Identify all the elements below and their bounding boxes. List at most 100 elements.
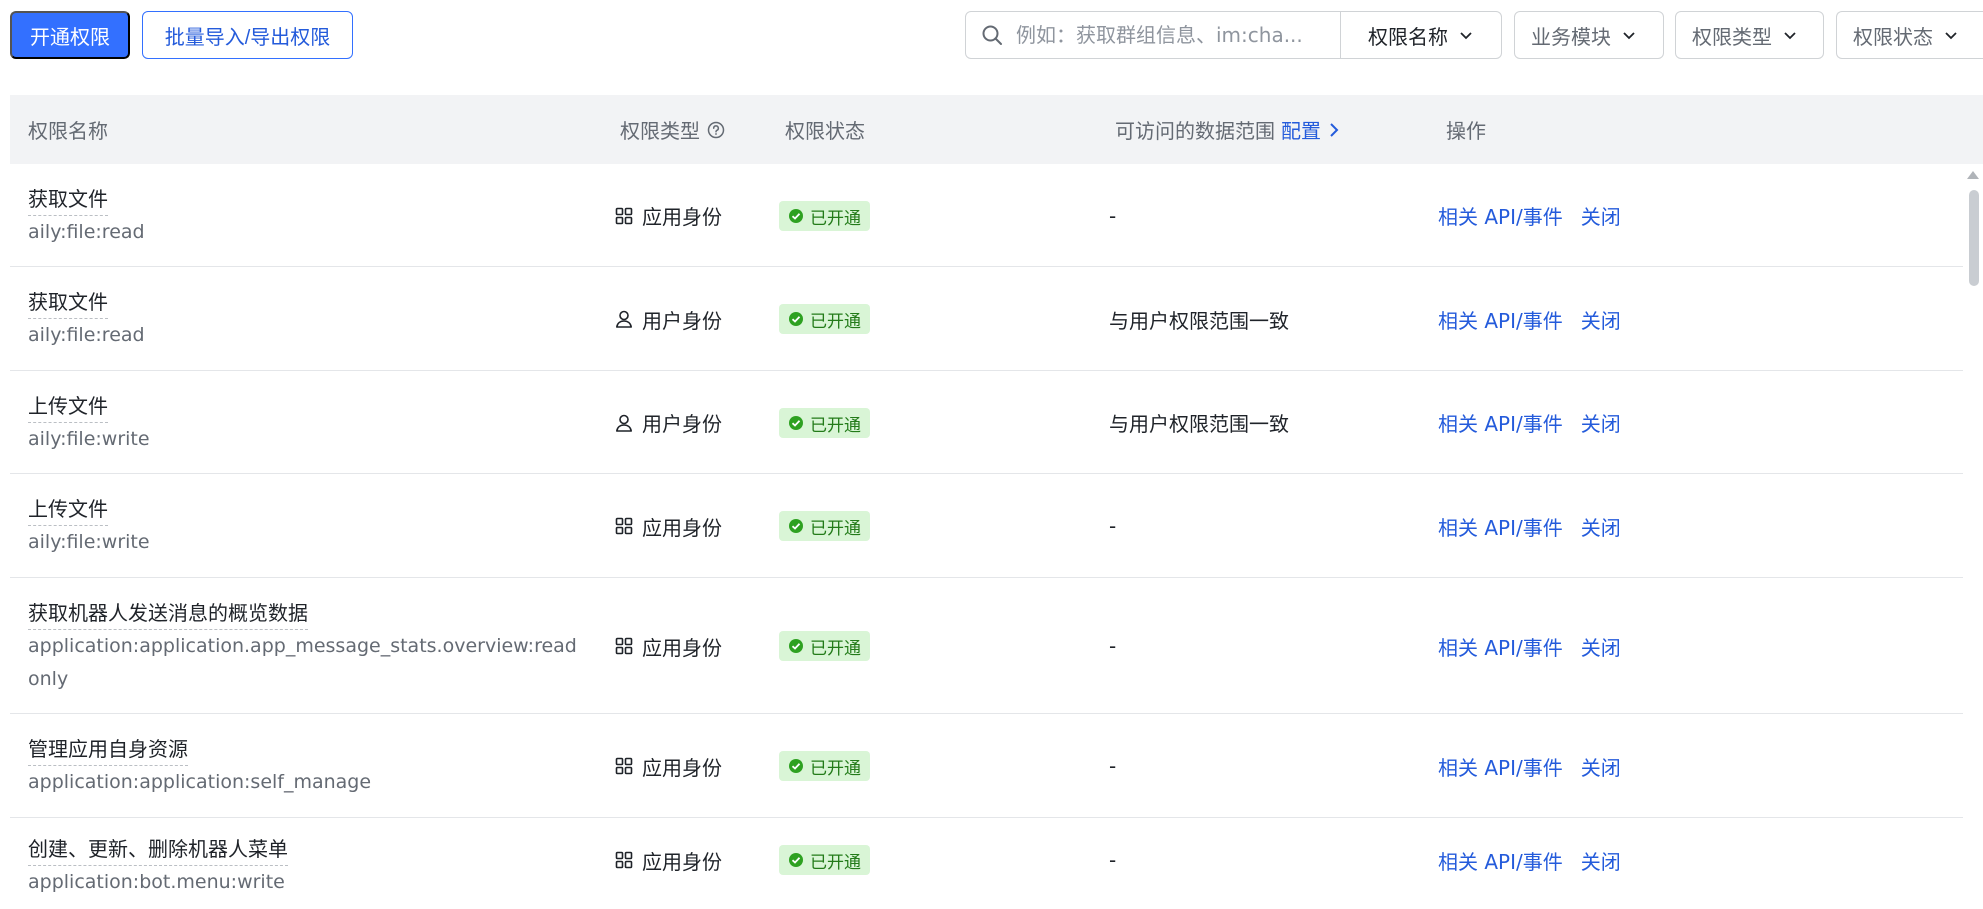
permission-name-cell: 管理应用自身资源 application:application:self_ma… [28, 714, 588, 818]
status-badge: 已开通 [779, 631, 870, 661]
related-api-link[interactable]: 相关 API/事件 [1438, 408, 1563, 437]
operations: 相关 API/事件 关闭 [1438, 474, 1621, 578]
operations: 相关 API/事件 关闭 [1438, 578, 1621, 714]
filter-type[interactable]: 权限类型 [1675, 11, 1824, 59]
permission-type-label: 应用身份 [642, 635, 722, 660]
search-input[interactable] [1016, 15, 1336, 55]
permission-type-label: 应用身份 [642, 515, 722, 540]
permission-code: application:bot.menu:write [28, 871, 285, 893]
permission-code: application:application:self_manage [28, 771, 372, 793]
permission-code: application:application.app_message_stat… [28, 634, 577, 690]
header-status-label: 权限状态 [785, 119, 865, 143]
operations: 相关 API/事件 关闭 [1438, 164, 1621, 267]
status-badge: 已开通 [779, 201, 870, 231]
table-row: 获取文件 aily:file:read 应用身份 已开通 - 相关 API/事件… [10, 164, 1963, 267]
status-badge: 已开通 [779, 304, 870, 334]
close-permission-link[interactable]: 关闭 [1581, 632, 1621, 661]
batch-import-export-button[interactable]: 批量导入/导出权限 [142, 11, 353, 59]
status-label: 已开通 [810, 758, 861, 779]
table-row: 创建、更新、删除机器人菜单 application:bot.menu:write… [10, 818, 1963, 909]
data-scope: - [1109, 634, 1117, 658]
grid-icon [615, 757, 633, 775]
permission-title[interactable]: 上传文件 [28, 390, 108, 423]
permission-code: aily:file:write [28, 427, 150, 450]
permission-name-cell: 获取机器人发送消息的概览数据 application:application.a… [28, 578, 588, 714]
enable-permission-button[interactable]: 开通权限 [10, 11, 130, 59]
related-api-link[interactable]: 相关 API/事件 [1438, 752, 1563, 781]
check-circle-icon [789, 759, 803, 773]
permission-type-label: 用户身份 [642, 412, 722, 436]
header-scope-label: 可访问的数据范围 [1115, 119, 1275, 143]
operations: 相关 API/事件 关闭 [1438, 371, 1621, 474]
related-api-link[interactable]: 相关 API/事件 [1438, 512, 1563, 541]
filter-module[interactable]: 业务模块 [1514, 11, 1664, 59]
close-permission-link[interactable]: 关闭 [1581, 408, 1621, 437]
table-row: 管理应用自身资源 application:application:self_ma… [10, 714, 1963, 818]
permission-title[interactable]: 获取机器人发送消息的概览数据 [28, 597, 308, 630]
filter-status[interactable]: 权限状态 [1836, 11, 1983, 59]
filter-status-label: 权限状态 [1853, 24, 1933, 49]
permission-type: 应用身份 [614, 714, 722, 818]
grid-icon [615, 637, 633, 655]
permission-title[interactable]: 创建、更新、删除机器人菜单 [28, 833, 288, 866]
filter-module-label: 业务模块 [1531, 24, 1611, 49]
close-permission-link[interactable]: 关闭 [1581, 752, 1621, 781]
header-type: 权限类型 [620, 95, 726, 164]
scroll-up-arrow[interactable] [1967, 171, 1979, 179]
related-api-link[interactable]: 相关 API/事件 [1438, 846, 1563, 875]
status-badge: 已开通 [779, 751, 870, 781]
table-row: 上传文件 aily:file:write 用户身份 已开通 与用户权限范围一致 … [10, 371, 1963, 474]
permission-type: 应用身份 [614, 818, 722, 902]
chevron-right-icon[interactable] [1327, 122, 1341, 138]
permission-type-label: 应用身份 [642, 205, 722, 229]
permission-title[interactable]: 管理应用自身资源 [28, 733, 188, 766]
permission-name-cell: 上传文件 aily:file:write [28, 474, 588, 578]
close-permission-link[interactable]: 关闭 [1581, 201, 1621, 230]
permission-title[interactable]: 上传文件 [28, 493, 108, 526]
check-circle-icon [789, 312, 803, 326]
related-api-link[interactable]: 相关 API/事件 [1438, 201, 1563, 230]
chevron-down-icon [1460, 32, 1472, 40]
chevron-down-icon [1945, 32, 1957, 40]
status-badge: 已开通 [779, 511, 870, 541]
check-circle-icon [789, 416, 803, 430]
permission-code: aily:file:read [28, 324, 145, 346]
check-circle-icon [789, 519, 803, 533]
header-name-label: 权限名称 [28, 119, 108, 143]
scrollbar-thumb[interactable] [1969, 190, 1979, 286]
header-ops: 操作 [1446, 95, 1486, 164]
permission-title[interactable]: 获取文件 [28, 183, 108, 216]
related-api-link[interactable]: 相关 API/事件 [1438, 305, 1563, 334]
permission-name-cell: 创建、更新、删除机器人菜单 application:bot.menu:write [28, 818, 588, 909]
search-field-select[interactable]: 权限名称 [1341, 21, 1501, 50]
permission-name-cell: 获取文件 aily:file:read [28, 164, 588, 267]
permission-type-label: 用户身份 [642, 308, 722, 333]
permission-name-cell: 上传文件 aily:file:write [28, 371, 588, 474]
permission-type: 用户身份 [614, 267, 722, 371]
chevron-down-icon [1623, 32, 1635, 40]
search-icon [982, 25, 1002, 45]
close-permission-link[interactable]: 关闭 [1581, 512, 1621, 541]
close-permission-link[interactable]: 关闭 [1581, 846, 1621, 875]
operations: 相关 API/事件 关闭 [1438, 714, 1621, 818]
table-row: 获取机器人发送消息的概览数据 application:application.a… [10, 578, 1963, 714]
status-label: 已开通 [810, 852, 861, 873]
data-scope: 与用户权限范围一致 [1109, 308, 1289, 333]
related-api-link[interactable]: 相关 API/事件 [1438, 632, 1563, 661]
permission-type: 应用身份 [614, 164, 722, 267]
permission-name-cell: 获取文件 aily:file:read [28, 267, 588, 371]
scope-config-link[interactable]: 配置 [1281, 115, 1321, 144]
close-permission-link[interactable]: 关闭 [1581, 305, 1621, 334]
search-group: 权限名称 [965, 11, 1502, 59]
status-label: 已开通 [810, 518, 861, 539]
status-label: 已开通 [810, 415, 861, 436]
status-label: 已开通 [810, 638, 861, 659]
operations: 相关 API/事件 关闭 [1438, 267, 1621, 371]
permission-type: 应用身份 [614, 474, 722, 578]
table-row: 上传文件 aily:file:write 应用身份 已开通 - 相关 API/事… [10, 474, 1963, 578]
grid-icon [615, 517, 633, 535]
data-scope: - [1109, 514, 1117, 538]
help-icon[interactable] [706, 120, 726, 140]
table-body: 获取文件 aily:file:read 应用身份 已开通 - 相关 API/事件… [10, 164, 1963, 909]
permission-title[interactable]: 获取文件 [28, 286, 108, 319]
